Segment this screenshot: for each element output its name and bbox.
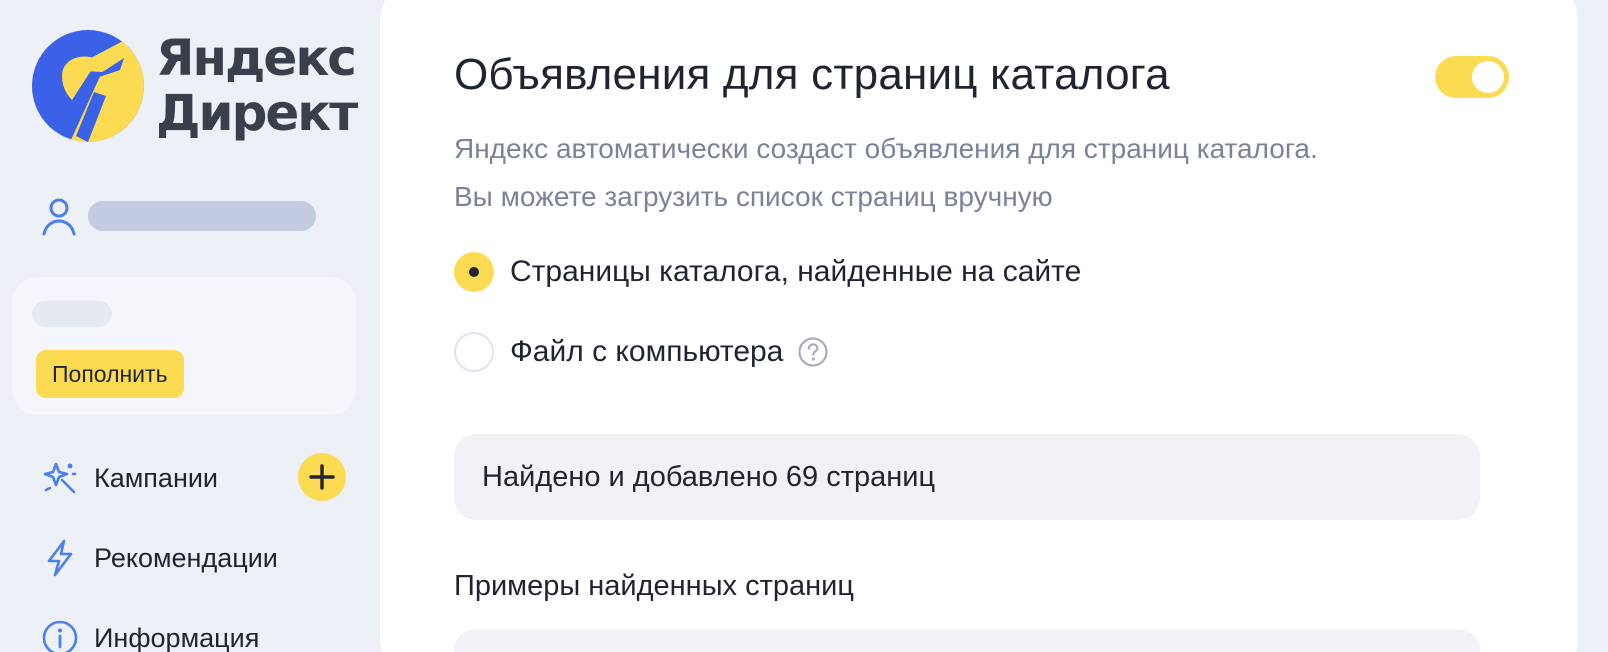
examples-title: Примеры найденных страниц [454,570,854,602]
question-icon[interactable] [797,336,829,368]
description-line-2: Вы можете загрузить список страниц вручн… [454,181,1053,212]
examples-list [454,630,1480,652]
logo-wordmark: Яндекс Директ [156,29,358,142]
description-line-1: Яндекс автоматически создаст объявления … [454,133,1318,164]
panel-title: Объявления для страниц каталога [454,50,1170,99]
user-account[interactable] [40,194,316,238]
sparkle-icon [43,462,77,494]
topup-button[interactable]: Пополнить [36,350,184,398]
logo-line-1: Яндекс [156,29,357,87]
option-found-pages[interactable]: Страницы каталога, найденные на сайте [454,250,1081,294]
toggle-knob [1472,61,1504,93]
sidebar-item-label: Информация [94,622,260,652]
add-campaign-button[interactable] [298,453,346,501]
catalog-ads-toggle[interactable] [1435,56,1509,98]
user-icon [42,198,76,236]
lightning-icon [47,539,73,577]
balance-card: Пополнить [12,277,356,415]
sidebar-item-recommendations[interactable]: Рекомендации [40,532,278,584]
sidebar: Яндекс Директ Пополнить Кампании Рекомен… [0,0,372,652]
option-label: Файл с компьютера [510,335,784,368]
radio-found-pages[interactable] [454,252,494,292]
sidebar-item-label: Рекомендации [94,542,278,573]
radio-file-upload[interactable] [454,332,494,372]
info-icon [42,620,78,652]
catalog-ads-panel: Объявления для страниц каталога Яндекс а… [380,0,1578,652]
found-pages-status: Найдено и добавлено 69 страниц [454,434,1480,520]
plus-icon [309,464,335,490]
sidebar-item-campaigns[interactable]: Кампании [40,452,218,504]
option-file-upload[interactable]: Файл с компьютера [454,330,829,374]
panel-description: Яндекс автоматически создаст объявления … [454,125,1514,221]
yandex-direct-logo[interactable]: Яндекс Директ [32,26,358,146]
user-name-placeholder [88,201,316,231]
option-label: Страницы каталога, найденные на сайте [510,255,1082,288]
sidebar-item-label: Кампании [94,462,219,493]
balance-amount-placeholder [32,301,112,327]
sidebar-item-info[interactable]: Информация [40,612,259,652]
logo-line-2: Директ [156,84,358,142]
yandex-direct-logo-icon [32,30,144,142]
